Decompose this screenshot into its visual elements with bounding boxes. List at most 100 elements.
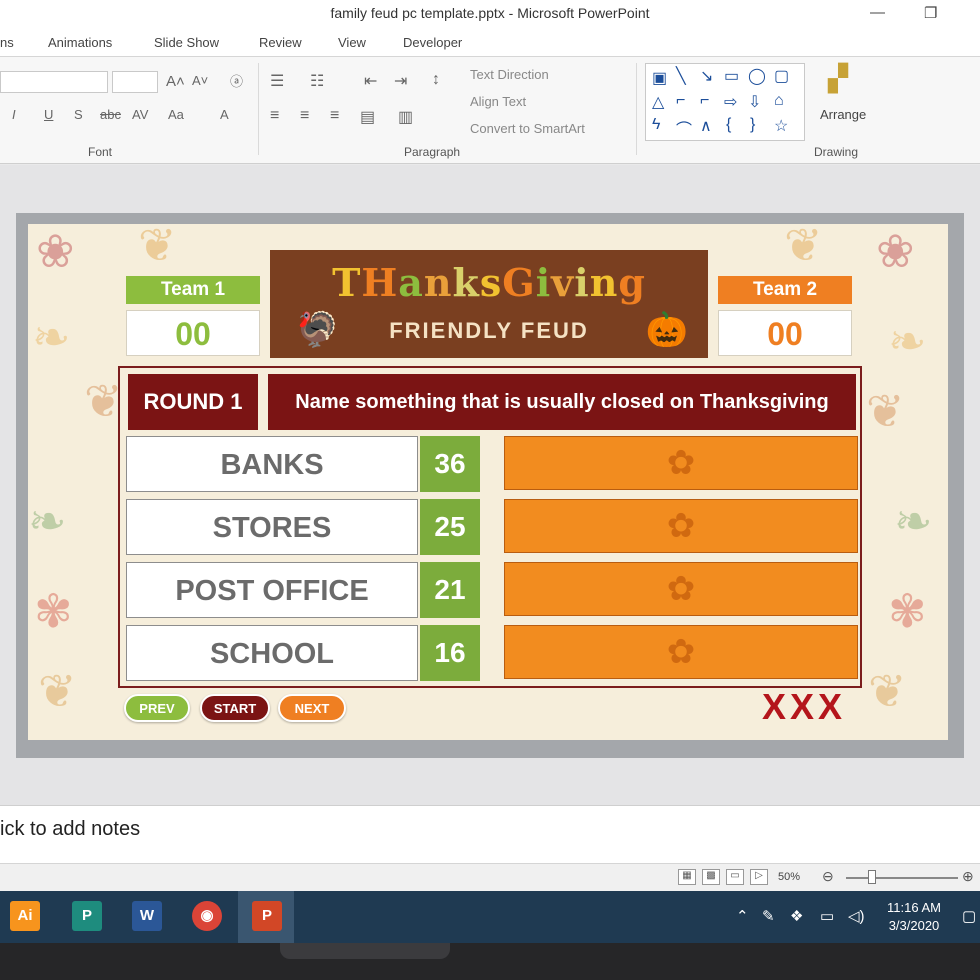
flowchart-shape-icon[interactable]: ⌂	[774, 92, 784, 110]
volume-icon[interactable]: ◁)	[848, 907, 865, 925]
slideshow-view-icon[interactable]: ▷	[750, 869, 768, 885]
shadow-icon[interactable]: S	[74, 107, 83, 122]
columns-icon[interactable]: ▥	[398, 107, 413, 127]
font-name-box[interactable]	[0, 71, 108, 93]
tab-slide-show[interactable]: Slide Show	[154, 35, 219, 50]
arrange-button[interactable]: Arrange	[820, 107, 866, 122]
next-button[interactable]: NEXT	[278, 694, 346, 722]
battery-icon[interactable]: ▭	[820, 907, 834, 925]
underline-icon[interactable]: U	[44, 107, 53, 122]
arrange-icon[interactable]: ▞	[828, 63, 848, 94]
berries-decoration-icon: ❀	[36, 225, 75, 277]
pen-icon[interactable]: ✎	[762, 907, 775, 925]
grow-font-icon[interactable]: A˄	[166, 73, 185, 90]
rounded-rect-shape-icon[interactable]: ▢	[774, 66, 789, 86]
textbox-shape-icon[interactable]: ▣	[652, 68, 667, 88]
text-direction-button[interactable]: Text Direction	[470, 67, 549, 82]
italic-icon[interactable]: I	[12, 107, 16, 122]
shrink-font-icon[interactable]: A˅	[192, 73, 208, 88]
answer-1[interactable]: BANKS	[126, 436, 418, 492]
monitor-bezel	[0, 943, 980, 980]
align-center-icon[interactable]: ≡	[300, 107, 309, 125]
font-color-icon[interactable]: A	[220, 107, 229, 122]
numbering-icon[interactable]: ☷	[310, 71, 324, 91]
banner-title-text: THanksGiving	[332, 260, 646, 305]
elbow-shape-icon[interactable]: ⌐	[700, 92, 709, 110]
right-brace-shape-icon[interactable]: }	[750, 116, 755, 134]
zoom-level[interactable]: 50%	[778, 871, 800, 883]
round-label: ROUND 1	[128, 374, 258, 430]
char-spacing-icon[interactable]: AV	[132, 107, 148, 122]
leaf-decoration-icon: ✾	[888, 585, 927, 637]
hidden-answer-8[interactable]: ✿	[504, 625, 858, 679]
shapes-gallery[interactable]: ▣ ╲ ↘ ▭ ◯ ▢ △ ⌐ ⌐ ⇨ ⇩ ⌂ ϟ ⌒ ∧ { } ☆	[645, 63, 805, 141]
clock[interactable]: 11:16 AM 3/3/2020	[878, 899, 950, 935]
word-icon[interactable]: W	[132, 901, 162, 931]
tab-review[interactable]: Review	[259, 35, 302, 50]
notes-pane[interactable]: ick to add notes	[0, 805, 980, 863]
restore-icon[interactable]: ❐	[924, 4, 937, 22]
leaf-decoration-icon: ❧	[28, 495, 67, 547]
hidden-answer-6[interactable]: ✿	[504, 499, 858, 553]
strikes-indicator[interactable]: XXX	[762, 686, 846, 728]
change-case-icon[interactable]: Aa	[168, 107, 184, 122]
normal-view-icon[interactable]: ▦	[678, 869, 696, 885]
powerpoint-icon[interactable]: P	[252, 901, 282, 931]
show-hidden-icons-icon[interactable]: ⌃	[736, 907, 749, 925]
line-spacing-icon[interactable]: ↕	[432, 71, 440, 89]
zoom-slider-knob[interactable]	[868, 870, 876, 884]
publisher-icon[interactable]: P	[72, 901, 102, 931]
left-brace-shape-icon[interactable]: {	[726, 116, 731, 134]
increase-indent-icon[interactable]: ⇥	[394, 71, 407, 91]
tab-animations[interactable]: Animations	[48, 35, 112, 50]
slide[interactable]: ❀ ❦ ❧ ❦ ❧ ✾ ❦ ❀ ❦ ❧ ❦ ❧ ✾ ❦ Team 1 00 Te…	[28, 224, 948, 740]
answer-3[interactable]: POST OFFICE	[126, 562, 418, 618]
oval-shape-icon[interactable]: ◯	[748, 66, 766, 86]
arrow-shape-icon[interactable]: ↘	[700, 66, 713, 86]
strikethrough-icon[interactable]: abc	[100, 107, 121, 122]
answer-2[interactable]: STORES	[126, 499, 418, 555]
align-left-icon[interactable]: ≡	[270, 107, 279, 125]
clock-date: 3/3/2020	[888, 918, 940, 933]
slide-sorter-icon[interactable]: ▩	[702, 869, 720, 885]
convert-smartart-button[interactable]: Convert to SmartArt	[470, 121, 585, 136]
prev-button[interactable]: PREV	[124, 694, 190, 722]
rectangle-shape-icon[interactable]: ▭	[724, 66, 739, 86]
hidden-answer-5[interactable]: ✿	[504, 436, 858, 490]
zoom-out-icon[interactable]: ⊖	[822, 868, 834, 885]
clear-format-icon[interactable]: ⓐ	[230, 71, 243, 90]
reading-view-icon[interactable]: ▭	[726, 869, 744, 885]
zoom-in-icon[interactable]: ⊕	[962, 868, 974, 885]
notifications-icon[interactable]: ▢	[962, 907, 976, 925]
tab-transitions[interactable]: ns	[0, 35, 14, 50]
triangle-shape-icon[interactable]: △	[652, 92, 664, 112]
chrome-icon[interactable]: ◉	[192, 901, 222, 931]
tab-developer[interactable]: Developer	[403, 35, 462, 50]
right-arrow-shape-icon[interactable]: ⇨	[724, 92, 737, 112]
down-arrow-shape-icon[interactable]: ⇩	[748, 92, 761, 112]
illustrator-icon[interactable]: Ai	[10, 901, 40, 931]
arc-shape-icon[interactable]: ⌒	[676, 116, 692, 140]
curve-shape-icon[interactable]: ∧	[700, 116, 712, 136]
line-shape-icon[interactable]: ╲	[676, 66, 686, 86]
justify-icon[interactable]: ▤	[360, 107, 375, 127]
font-size-box[interactable]	[112, 71, 158, 93]
clock-time: 11:16 AM	[887, 900, 941, 915]
hidden-answer-7[interactable]: ✿	[504, 562, 858, 616]
answer-4[interactable]: SCHOOL	[126, 625, 418, 681]
team2-label: Team 2	[718, 276, 852, 304]
star-shape-icon[interactable]: ☆	[774, 116, 788, 136]
align-right-icon[interactable]: ≡	[330, 107, 339, 125]
lightning-shape-icon[interactable]: ϟ	[652, 116, 660, 134]
banner-title: THanksGiving	[270, 260, 708, 305]
bullets-icon[interactable]: ☰	[270, 71, 284, 91]
tab-view[interactable]: View	[338, 35, 366, 50]
minimize-icon[interactable]: —	[870, 4, 885, 21]
leaf-decoration-icon: ❦	[868, 665, 907, 717]
dropbox-icon[interactable]: ❖	[790, 907, 803, 925]
align-text-button[interactable]: Align Text	[470, 94, 526, 109]
zoom-slider-track[interactable]	[846, 877, 958, 879]
connector-shape-icon[interactable]: ⌐	[676, 92, 685, 110]
start-button[interactable]: START	[200, 694, 270, 722]
decrease-indent-icon[interactable]: ⇤	[364, 71, 377, 91]
